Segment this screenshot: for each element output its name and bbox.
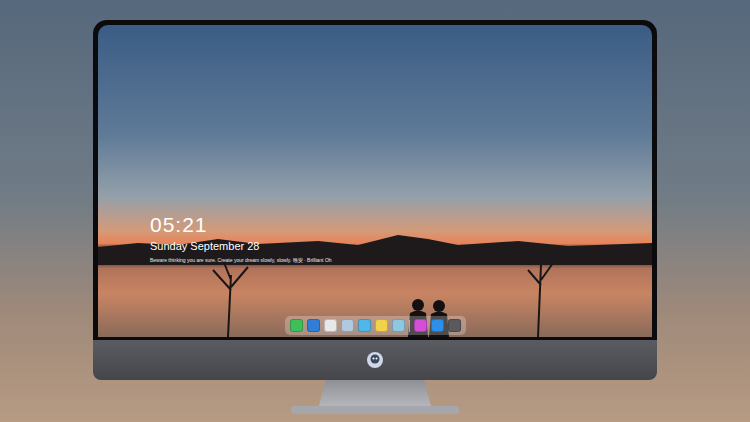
dock-app-icon[interactable] xyxy=(358,319,371,332)
dock xyxy=(285,316,466,335)
silhouette-icon xyxy=(98,25,652,337)
monitor-chin xyxy=(93,340,657,380)
clock: 05:21 xyxy=(150,213,332,237)
dock-app-icon[interactable] xyxy=(392,319,405,332)
dock-app-icon[interactable] xyxy=(414,319,427,332)
dock-separator xyxy=(409,320,410,332)
dock-app-icon[interactable] xyxy=(448,319,461,332)
monitor-stand xyxy=(319,380,431,406)
logo-icon xyxy=(366,351,384,369)
dock-app-icon[interactable] xyxy=(375,319,388,332)
dock-app-icon[interactable] xyxy=(341,319,354,332)
dock-app-icon[interactable] xyxy=(290,319,303,332)
dock-app-icon[interactable] xyxy=(307,319,320,332)
dock-app-icon[interactable] xyxy=(324,319,337,332)
dock-wrap xyxy=(98,316,652,335)
dock-app-icon[interactable] xyxy=(431,319,444,332)
monitor-bezel: 05:21 Sunday September 28 Beware thinkin… xyxy=(93,20,657,340)
date: Sunday September 28 xyxy=(150,239,332,253)
lock-info: 05:21 Sunday September 28 Beware thinkin… xyxy=(150,213,332,264)
wallpaper: 05:21 Sunday September 28 Beware thinkin… xyxy=(98,25,652,337)
stand-base xyxy=(291,406,459,414)
canvas: 05:21 Sunday September 28 Beware thinkin… xyxy=(0,0,750,422)
message: Beware thinking you are sure. Create you… xyxy=(150,256,332,264)
